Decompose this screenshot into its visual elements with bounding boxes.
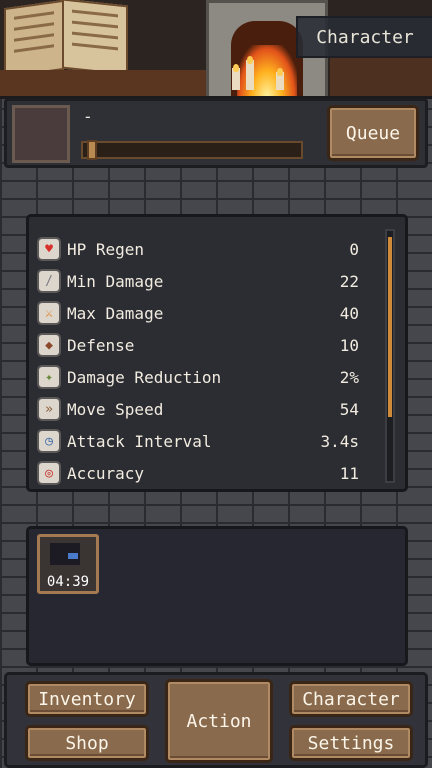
- stat-row: » Move Speed 54: [37, 395, 359, 423]
- shop-button[interactable]: Shop: [25, 725, 149, 761]
- monster-icon: [50, 543, 80, 565]
- target-icon: ◎: [37, 461, 61, 485]
- stat-value: 10: [339, 335, 359, 355]
- stat-value: 40: [339, 303, 359, 323]
- settings-button[interactable]: Settings: [289, 725, 413, 761]
- action-button[interactable]: Action: [165, 679, 273, 763]
- stat-value: 3.4s: [320, 431, 359, 451]
- candle-flame-icon: [277, 68, 283, 76]
- stat-label: Move Speed: [67, 399, 164, 419]
- potion-shelf: [330, 56, 432, 96]
- stat-row: ◷ Attack Interval 3.4s: [37, 427, 359, 455]
- stat-value: 22: [339, 271, 359, 291]
- scrollbar-thumb[interactable]: [388, 237, 392, 417]
- action-queue-panel: 04:39: [26, 526, 408, 666]
- stat-label: Min Damage: [67, 271, 164, 291]
- stat-row: ⚔ Max Damage 40: [37, 299, 359, 327]
- progress-knob: [87, 140, 97, 160]
- stat-row: ◎ Accuracy 11: [37, 459, 359, 487]
- candle-flame-icon: [233, 64, 239, 72]
- activity-name: -: [83, 107, 93, 126]
- current-activity-panel: - Queue: [4, 98, 428, 168]
- stat-row: ◆ Defense 10: [37, 331, 359, 359]
- stat-label: Attack Interval: [67, 431, 212, 451]
- character-tag[interactable]: Character: [296, 16, 432, 58]
- heart-plus-icon: ♥: [37, 237, 61, 261]
- queued-action-timer: 04:39: [46, 574, 90, 590]
- stat-label: Max Damage: [67, 303, 164, 323]
- stat-label: HP Regen: [67, 239, 145, 259]
- clock-sword-icon: ◷: [37, 429, 61, 453]
- sword-icon: ⚔: [37, 301, 61, 325]
- candle-flame-icon: [247, 56, 253, 64]
- inventory-button[interactable]: Inventory: [25, 681, 149, 717]
- stat-value: 54: [339, 399, 359, 419]
- open-book-page-icon: [62, 0, 128, 76]
- queue-button[interactable]: Queue: [327, 105, 419, 161]
- shield-icon: ◆: [37, 333, 61, 357]
- queued-action-slot[interactable]: 04:39: [37, 534, 99, 594]
- character-button[interactable]: Character: [289, 681, 413, 717]
- activity-slot: [12, 105, 70, 163]
- stat-row: ♥ HP Regen 0: [37, 235, 359, 263]
- stat-row: / Min Damage 22: [37, 267, 359, 295]
- open-book-icon: [4, 0, 64, 79]
- stat-value: 2%: [339, 367, 359, 387]
- desk: [0, 70, 230, 96]
- stat-label: Defense: [67, 335, 135, 355]
- sparkle-icon: ✦: [37, 365, 61, 389]
- stat-value: 11: [339, 463, 359, 483]
- candle-icon: [246, 60, 254, 90]
- winged-boot-icon: »: [37, 397, 61, 421]
- stats-panel: ♥ HP Regen 0 / Min Damage 22 ⚔ Max Damage 40 ◆ Def…: [26, 214, 408, 492]
- bottom-navigation: Inventory Shop Action Character Settings: [4, 672, 428, 768]
- stat-label: Accuracy: [67, 463, 145, 483]
- dagger-icon: /: [37, 269, 61, 293]
- activity-progress-bar: [81, 140, 303, 160]
- stat-value: 0: [349, 239, 359, 259]
- stats-scrollbar[interactable]: [385, 229, 395, 483]
- stat-label: Damage Reduction: [67, 367, 222, 387]
- stat-row: ✦ Damage Reduction 2%: [37, 363, 359, 391]
